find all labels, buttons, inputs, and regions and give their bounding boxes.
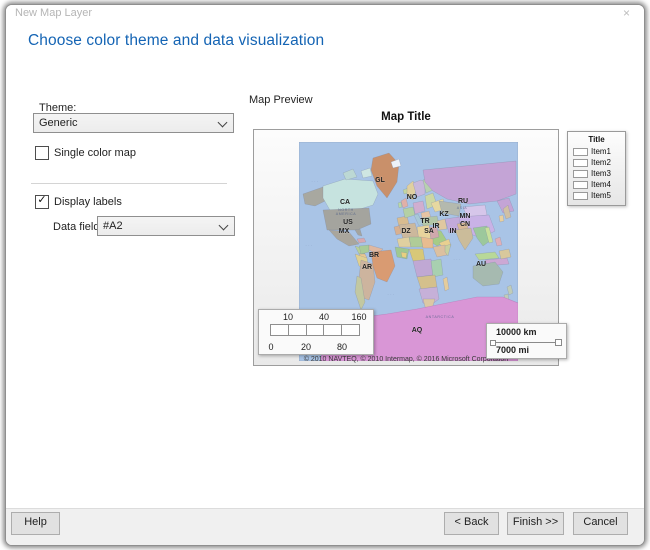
legend-item-label: Item2: [591, 158, 611, 167]
svg-text:GL: GL: [375, 177, 385, 184]
color-scale-tick: 10: [283, 312, 293, 322]
svg-text:AMERICA: AMERICA: [336, 212, 357, 216]
distance-scale: 10000 km 7000 mi: [486, 323, 567, 359]
legend-swatch: [573, 170, 588, 178]
svg-text:- - -: - - -: [306, 243, 313, 247]
svg-text:- - -: - - -: [454, 257, 461, 261]
chevron-down-icon: [218, 118, 228, 128]
back-button[interactable]: < Back: [444, 512, 499, 535]
color-scale-tick: 40: [319, 312, 329, 322]
display-labels-checkbox[interactable]: [35, 195, 49, 209]
color-scale-tick: 80: [337, 342, 347, 352]
legend-item: Item3: [568, 168, 625, 179]
separator: [31, 183, 227, 184]
svg-text:MX: MX: [339, 228, 350, 235]
distance-km-label: 10000 km: [496, 327, 537, 337]
wizard-window: New Map Layer × Choose color theme and d…: [5, 4, 645, 546]
display-labels-label: Display labels: [54, 196, 122, 208]
svg-text:AU: AU: [476, 261, 486, 268]
svg-text:BR: BR: [369, 252, 379, 259]
chevron-down-icon: [219, 221, 229, 231]
svg-text:US: US: [343, 219, 353, 226]
svg-text:KZ: KZ: [439, 211, 449, 218]
svg-text:- - -: - - -: [388, 292, 395, 296]
color-scale-tick: 0: [268, 342, 273, 352]
help-button[interactable]: Help: [11, 512, 60, 535]
svg-text:CN: CN: [460, 221, 470, 228]
theme-select-value: Generic: [39, 117, 78, 129]
svg-text:- - -: - - -: [312, 179, 319, 183]
svg-text:ANTARCTICA: ANTARCTICA: [426, 315, 455, 319]
legend-item: Item5: [568, 190, 625, 201]
single-color-map-label: Single color map: [54, 147, 136, 159]
theme-select[interactable]: Generic: [33, 113, 234, 133]
color-scale: 10 40 160 0 20 80: [258, 309, 374, 355]
distance-scale-track: [490, 342, 562, 343]
legend-item: Item4: [568, 179, 625, 190]
legend-item-label: Item1: [591, 147, 611, 156]
svg-text:CA: CA: [340, 199, 350, 206]
svg-text:DZ: DZ: [401, 228, 411, 235]
legend-items: Item1 Item2 Item3 Item4 Item5: [568, 146, 625, 201]
page-title: Choose color theme and data visualizatio…: [28, 32, 324, 50]
legend-swatch: [573, 159, 588, 167]
distance-mi-label: 7000 mi: [496, 345, 529, 355]
svg-text:SA: SA: [424, 228, 434, 235]
svg-text:TR: TR: [420, 218, 429, 225]
svg-text:NO: NO: [407, 194, 418, 201]
legend-item-label: Item3: [591, 169, 611, 178]
svg-text:IN: IN: [450, 228, 457, 235]
color-scale-tick: 20: [301, 342, 311, 352]
map-preview-label: Map Preview: [249, 94, 313, 106]
single-color-map-checkbox[interactable]: [35, 146, 49, 160]
finish-button[interactable]: Finish >>: [507, 512, 564, 535]
svg-text:ASIA: ASIA: [457, 206, 468, 210]
map-legend: Title Item1 Item2 Item3 Item4 Item5: [567, 131, 626, 206]
svg-text:RU: RU: [458, 198, 468, 205]
color-scale-tick: 160: [351, 312, 366, 322]
color-scale-bar: [270, 324, 360, 336]
data-field-select-value: #A2: [103, 220, 123, 232]
svg-text:AQ: AQ: [412, 327, 423, 334]
scale-end-right: [555, 339, 562, 346]
legend-item: Item1: [568, 146, 625, 157]
legend-swatch: [573, 181, 588, 189]
titlebar: New Map Layer ×: [6, 5, 644, 21]
legend-swatch: [573, 148, 588, 156]
cancel-button[interactable]: Cancel: [573, 512, 628, 535]
legend-item-label: Item5: [591, 191, 611, 200]
data-field-label: Data field:: [53, 221, 103, 233]
legend-swatch: [573, 192, 588, 200]
window-title: New Map Layer: [15, 7, 92, 19]
map-title: Map Title: [253, 111, 559, 123]
screenshot: New Map Layer × Choose color theme and d…: [0, 0, 650, 550]
legend-title: Title: [568, 135, 625, 144]
data-field-select[interactable]: #A2: [97, 216, 235, 236]
legend-item: Item2: [568, 157, 625, 168]
svg-text:AR: AR: [362, 264, 372, 271]
svg-text:MN: MN: [460, 213, 471, 220]
legend-item-label: Item4: [591, 180, 611, 189]
close-icon[interactable]: ×: [623, 6, 630, 20]
